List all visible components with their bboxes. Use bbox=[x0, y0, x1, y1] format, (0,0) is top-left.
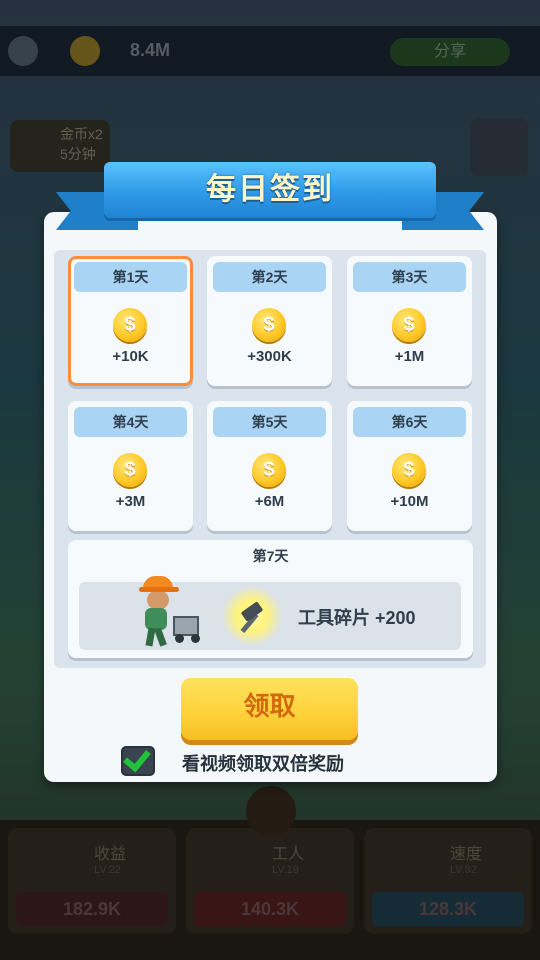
day-reward-amount: +10M bbox=[390, 493, 429, 510]
day-card-1[interactable]: 第1天 $ +10K bbox=[68, 256, 193, 386]
day-label: 第4天 bbox=[74, 407, 187, 437]
day-label: 第6天 bbox=[353, 407, 466, 437]
hand-cart-icon bbox=[173, 616, 199, 636]
day-card-5[interactable]: 第5天 $ +6M bbox=[207, 401, 332, 531]
day-label: 第5天 bbox=[213, 407, 326, 437]
coin-icon: $ bbox=[252, 453, 286, 487]
coin-icon: $ bbox=[113, 308, 147, 342]
day-card-6[interactable]: 第6天 $ +10M bbox=[347, 401, 472, 531]
day-reward-amount: +1M bbox=[394, 348, 425, 365]
hard-hat-brim bbox=[139, 587, 179, 592]
day-card-7[interactable]: 第7天 工具碎片 +200 bbox=[68, 540, 473, 658]
day-label: 第3天 bbox=[353, 262, 466, 292]
double-reward-label[interactable]: 看视频领取双倍奖励 bbox=[182, 750, 344, 776]
day-reward-amount: +10K bbox=[112, 348, 149, 365]
worker-with-cart-icon bbox=[135, 576, 205, 650]
day-reward-amount: +6M bbox=[254, 493, 285, 510]
claim-button[interactable]: 领取 bbox=[181, 678, 358, 740]
day-label: 第1天 bbox=[74, 262, 187, 292]
ribbon-banner: 每日签到 bbox=[104, 162, 436, 218]
day-card-3[interactable]: 第3天 $ +1M bbox=[347, 256, 472, 386]
worker-face bbox=[147, 590, 169, 610]
day-reward-amount: +300K bbox=[247, 348, 292, 365]
cart-wheel bbox=[175, 634, 184, 643]
day-card-2[interactable]: 第2天 $ +300K bbox=[207, 256, 332, 386]
coin-icon: $ bbox=[252, 308, 286, 342]
title-ribbon: 每日签到 bbox=[56, 152, 484, 244]
coin-icon: $ bbox=[113, 453, 147, 487]
double-reward-checkbox[interactable] bbox=[121, 743, 155, 776]
coin-icon: $ bbox=[392, 308, 426, 342]
day-label: 第7天 bbox=[252, 548, 289, 564]
dialog-title: 每日签到 bbox=[206, 173, 334, 206]
coin-icon: $ bbox=[392, 453, 426, 487]
checkmark-icon bbox=[123, 743, 151, 773]
day7-reward-box: 工具碎片 +200 bbox=[79, 576, 461, 650]
day-label: 第2天 bbox=[213, 262, 326, 292]
cart-wheel bbox=[191, 634, 200, 643]
day-card-4[interactable]: 第4天 $ +3M bbox=[68, 401, 193, 531]
worker-leg bbox=[154, 627, 167, 647]
day-reward-amount: +3M bbox=[115, 493, 146, 510]
day7-reward-text: 工具碎片 +200 bbox=[298, 608, 416, 628]
